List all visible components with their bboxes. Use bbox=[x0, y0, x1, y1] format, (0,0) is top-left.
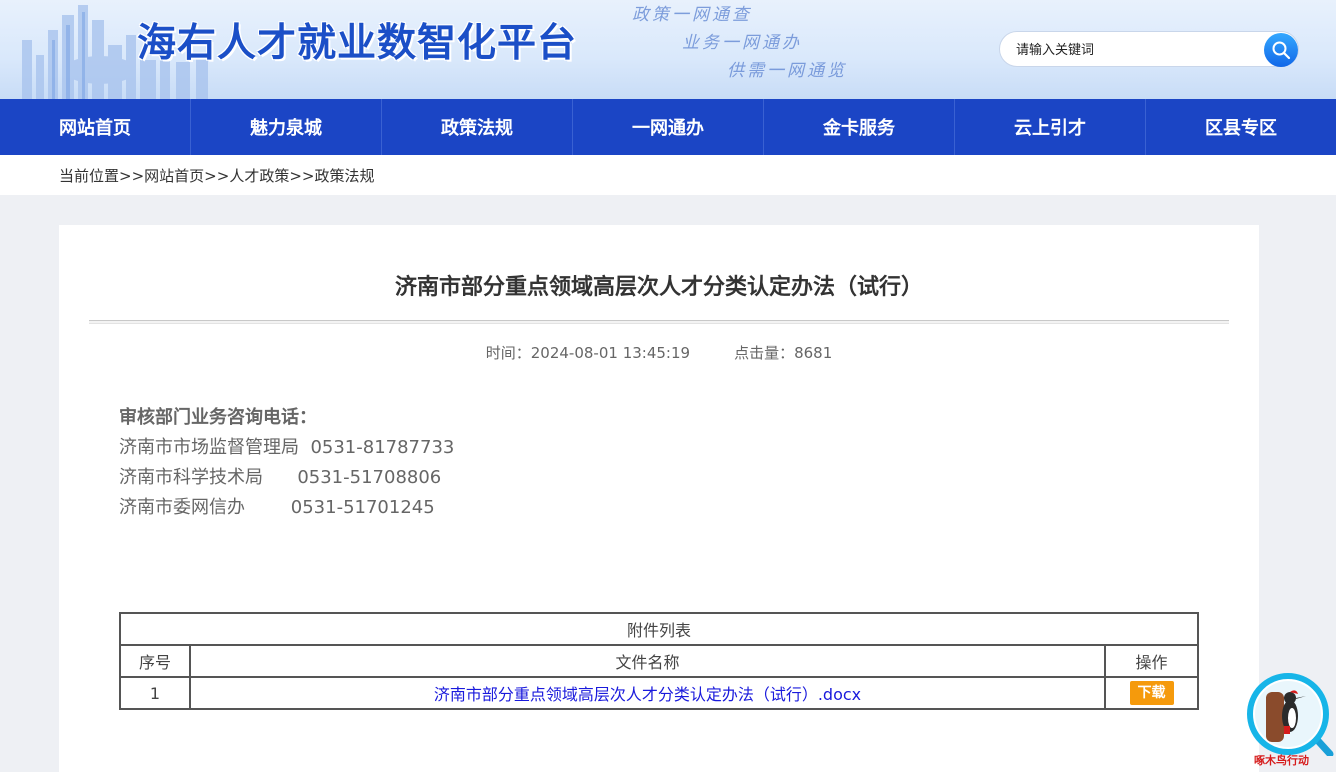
nav-item-districts[interactable]: 区县专区 bbox=[1146, 99, 1336, 155]
breadcrumb-separator: >> bbox=[204, 167, 230, 185]
slogan-line-3: 供需一网通览 bbox=[727, 61, 847, 81]
title-divider bbox=[89, 320, 1229, 324]
nav-item-home[interactable]: 网站首页 bbox=[0, 99, 191, 155]
contact-line: 济南市科学技术局 0531-51708806 bbox=[119, 467, 442, 488]
nav-item-charm-city[interactable]: 魅力泉城 bbox=[191, 99, 382, 155]
contact-section: 审核部门业务咨询电话： 济南市市场监督管理局 0531-81787733 济南市科学… bbox=[119, 403, 454, 523]
nav-item-cloud-recruit[interactable]: 云上引才 bbox=[955, 99, 1146, 155]
search-icon bbox=[1272, 41, 1291, 60]
breadcrumb-separator: >> bbox=[119, 167, 145, 185]
nav-item-one-stop-service[interactable]: 一网通办 bbox=[573, 99, 764, 155]
column-header-filename: 文件名称 bbox=[189, 644, 1106, 678]
click-count-value: 8681 bbox=[794, 344, 833, 362]
column-header-action: 操作 bbox=[1104, 644, 1199, 678]
search-input[interactable] bbox=[1016, 40, 1256, 60]
breadcrumb-bar: 当前位置>>网站首页>>人才政策>>政策法规 bbox=[0, 155, 1336, 195]
contact-heading: 审核部门业务咨询电话： bbox=[119, 407, 317, 428]
slogan-line-1: 政策一网通查 bbox=[632, 5, 752, 25]
article-title: 济南市部分重点领域高层次人才分类认定办法（试行） bbox=[394, 275, 923, 300]
nav-item-policies[interactable]: 政策法规 bbox=[382, 99, 573, 155]
download-button[interactable]: 下载 bbox=[1129, 681, 1174, 705]
column-header-index: 序号 bbox=[119, 644, 191, 678]
main-nav: 网站首页 魅力泉城 政策法规 一网通办 金卡服务 云上引才 区县专区 bbox=[0, 99, 1336, 155]
breadcrumb-label: 当前位置 bbox=[59, 167, 120, 185]
breadcrumb-link-policies[interactable]: 政策法规 bbox=[314, 167, 374, 185]
row-filename-cell: 济南市部分重点领域高层次人才分类认定办法（试行）.docx bbox=[189, 676, 1106, 710]
breadcrumb: 当前位置>>网站首页>>人才政策>>政策法规 bbox=[59, 165, 374, 186]
contact-line: 济南市委网信办 0531-51701245 bbox=[119, 497, 435, 518]
breadcrumb-separator: >> bbox=[289, 167, 315, 185]
article-meta: 时间：2024-08-01 13:45:19 点击量：8681 bbox=[59, 342, 1259, 363]
contact-line: 济南市市场监督管理局 0531-81787733 bbox=[119, 437, 455, 458]
site-header: 海右人才就业数智化平台 政策一网通查 业务一网通办 供需一网通览 bbox=[0, 0, 1336, 99]
slogan-line-2: 业务一网通办 bbox=[682, 33, 802, 53]
breadcrumb-link-home[interactable]: 网站首页 bbox=[144, 167, 204, 185]
site-title: 海右人才就业数智化平台 bbox=[137, 21, 578, 66]
nav-item-gold-card[interactable]: 金卡服务 bbox=[764, 99, 955, 155]
publish-time-value: 2024-08-01 13:45:19 bbox=[530, 344, 691, 362]
publish-time-label: 时间： bbox=[485, 344, 531, 362]
attachment-caption: 附件列表 bbox=[119, 612, 1199, 646]
attachment-table: 附件列表 序号 文件名称 操作 1 济南市部分重点领域高层次人才分类认定办法（试… bbox=[119, 612, 1199, 710]
row-index: 1 bbox=[119, 676, 191, 710]
attachment-link[interactable]: 济南市部分重点领域高层次人才分类认定办法（试行）.docx bbox=[434, 685, 861, 704]
search-box bbox=[999, 31, 1299, 67]
magnifier-woodpecker-icon bbox=[1247, 673, 1334, 758]
article-panel: 济南市部分重点领域高层次人才分类认定办法（试行） 时间：2024-08-01 1… bbox=[59, 225, 1259, 772]
click-count-label: 点击量： bbox=[734, 344, 795, 362]
table-row: 1 济南市部分重点领域高层次人才分类认定办法（试行）.docx 下载 bbox=[119, 676, 1199, 710]
search-button[interactable] bbox=[1264, 33, 1298, 67]
woodpecker-action-widget[interactable]: 啄木鸟行动 bbox=[1246, 672, 1336, 768]
row-action-cell: 下载 bbox=[1104, 676, 1199, 710]
widget-label: 啄木鸟行动 bbox=[1254, 754, 1309, 767]
breadcrumb-link-talent-policy[interactable]: 人才政策 bbox=[229, 167, 289, 185]
